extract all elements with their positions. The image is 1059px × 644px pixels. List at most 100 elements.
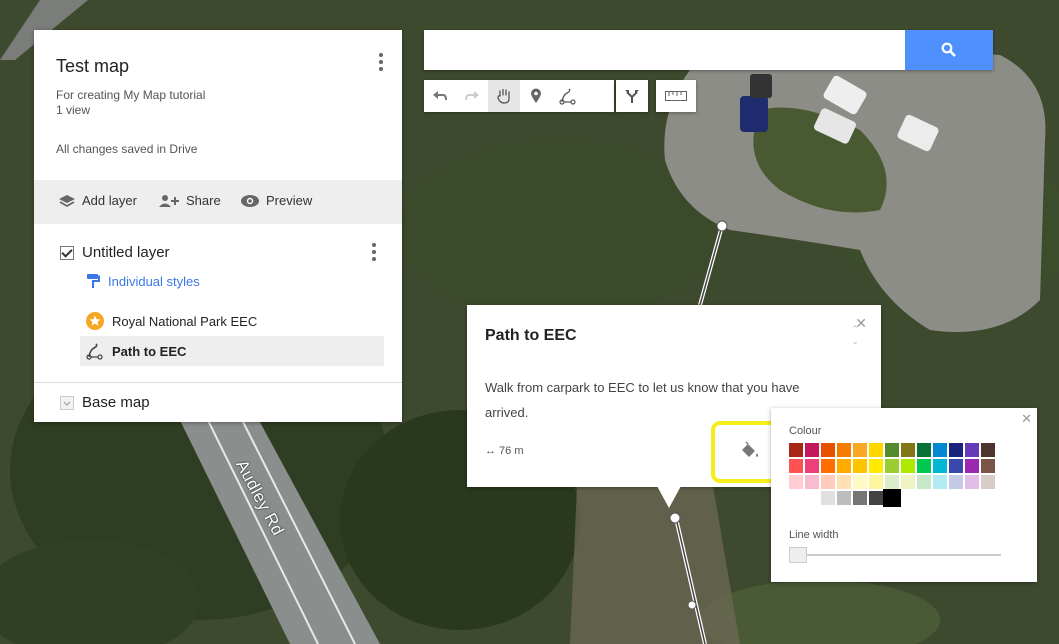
colour-swatch[interactable] [933,475,947,489]
colour-swatch[interactable] [901,459,915,473]
pan-tool-button[interactable] [488,80,520,112]
colour-swatch[interactable] [949,459,963,473]
colour-swatch[interactable] [821,475,835,489]
info-window-pointer [657,486,681,508]
colour-swatch[interactable] [933,443,947,457]
panel-actions: Add layer Share Preview [34,180,402,224]
colour-swatch[interactable] [965,443,979,457]
preview-button[interactable]: Preview [240,193,312,208]
colour-swatch[interactable] [805,491,819,505]
base-map-label: Base map [82,394,150,411]
style-selector[interactable]: Individual styles [86,273,200,289]
colour-swatch[interactable] [981,443,995,457]
colour-swatch[interactable] [949,475,963,489]
draw-line-button[interactable] [552,80,584,112]
search-bar [424,30,993,70]
preview-label: Preview [266,193,313,208]
draw-line-icon [559,88,576,105]
colour-swatch[interactable] [821,491,835,505]
eye-icon [241,194,259,207]
colour-swatch[interactable] [901,443,915,457]
line-width-track[interactable] [789,554,1001,556]
close-icon[interactable]: ✕ [1021,411,1032,427]
undo-icon [433,91,447,101]
colour-swatch[interactable] [853,459,867,473]
colour-swatch[interactable] [869,443,883,457]
feature-title: Path to EEC [485,327,577,344]
map-title[interactable]: Test map [56,56,129,77]
colour-swatch[interactable] [917,459,931,473]
colour-swatch[interactable] [885,475,899,489]
colour-swatch[interactable] [853,491,867,505]
list-item-label: Royal National Park EEC [112,313,258,329]
colour-swatch[interactable] [917,475,931,489]
search-input[interactable] [424,30,918,70]
paint-roller-icon [87,274,100,288]
colour-swatch[interactable] [965,475,979,489]
directions-toolbar [616,80,648,112]
measure-toolbar [656,80,696,112]
map-panel: Test map For creating My Map tutorial 1 … [34,30,402,422]
colour-swatch[interactable] [837,491,851,505]
colour-swatch[interactable] [837,443,851,457]
layer-name[interactable]: Untitled layer [82,244,170,261]
colour-swatch[interactable] [853,443,867,457]
line-width-slider[interactable] [789,547,807,563]
redo-icon [465,91,479,101]
map-toolbar [424,80,614,112]
view-count: 1 view [56,103,91,117]
layers-icon [59,194,75,207]
colour-swatch[interactable] [789,475,803,489]
colour-swatch[interactable] [805,475,819,489]
redo-button[interactable] [456,80,488,112]
measure-button[interactable] [656,80,696,112]
colour-swatch[interactable] [885,443,899,457]
add-marker-button[interactable] [520,80,552,112]
colour-swatch[interactable] [869,491,883,505]
colour-swatch[interactable] [885,459,899,473]
colour-swatch[interactable] [981,475,995,489]
colour-swatch[interactable] [853,475,867,489]
undo-button[interactable] [424,80,456,112]
list-item-label: Path to EEC [112,343,187,359]
colour-swatches [789,443,995,507]
colour-swatch[interactable] [837,459,851,473]
list-item[interactable]: Royal National Park EEC [86,312,257,330]
marker-icon [531,88,541,103]
colour-swatch[interactable] [901,475,915,489]
colour-swatch[interactable] [917,443,931,457]
map-options-icon[interactable] [374,52,388,72]
colour-swatch[interactable] [965,459,979,473]
search-button[interactable] [905,30,993,70]
search-icon [941,42,956,57]
colour-swatch[interactable] [821,443,835,457]
colour-swatch[interactable] [981,459,995,473]
colour-swatch[interactable] [933,459,947,473]
scroll-arrows-icon[interactable]: ⌃ ⌄ [851,323,859,347]
list-item[interactable]: Path to EEC [86,342,186,360]
colour-swatch[interactable] [821,459,835,473]
colour-swatch[interactable] [869,459,883,473]
colour-swatch[interactable] [837,475,851,489]
share-button[interactable]: Share [158,193,221,208]
base-map-row[interactable]: Base map [60,394,150,411]
colour-label: Colour [789,425,822,437]
colour-swatch[interactable] [805,459,819,473]
colour-swatch[interactable] [805,443,819,457]
highlight-box [711,421,779,483]
colour-swatch[interactable] [869,475,883,489]
map-description[interactable]: For creating My Map tutorial [56,88,205,102]
add-directions-button[interactable] [616,80,648,112]
layer-visibility-checkbox[interactable] [60,245,74,260]
add-layer-button[interactable]: Add layer [58,193,137,208]
layer-header: Untitled layer [60,244,170,261]
line-width-label: Line width [789,529,839,541]
colour-swatch[interactable] [883,489,901,507]
colour-swatch[interactable] [949,443,963,457]
divider [34,382,402,383]
style-label: Individual styles [108,273,200,289]
layer-options-icon[interactable] [367,242,381,262]
hand-icon [497,88,510,104]
colour-swatch[interactable] [789,459,803,473]
colour-swatch[interactable] [789,443,803,457]
